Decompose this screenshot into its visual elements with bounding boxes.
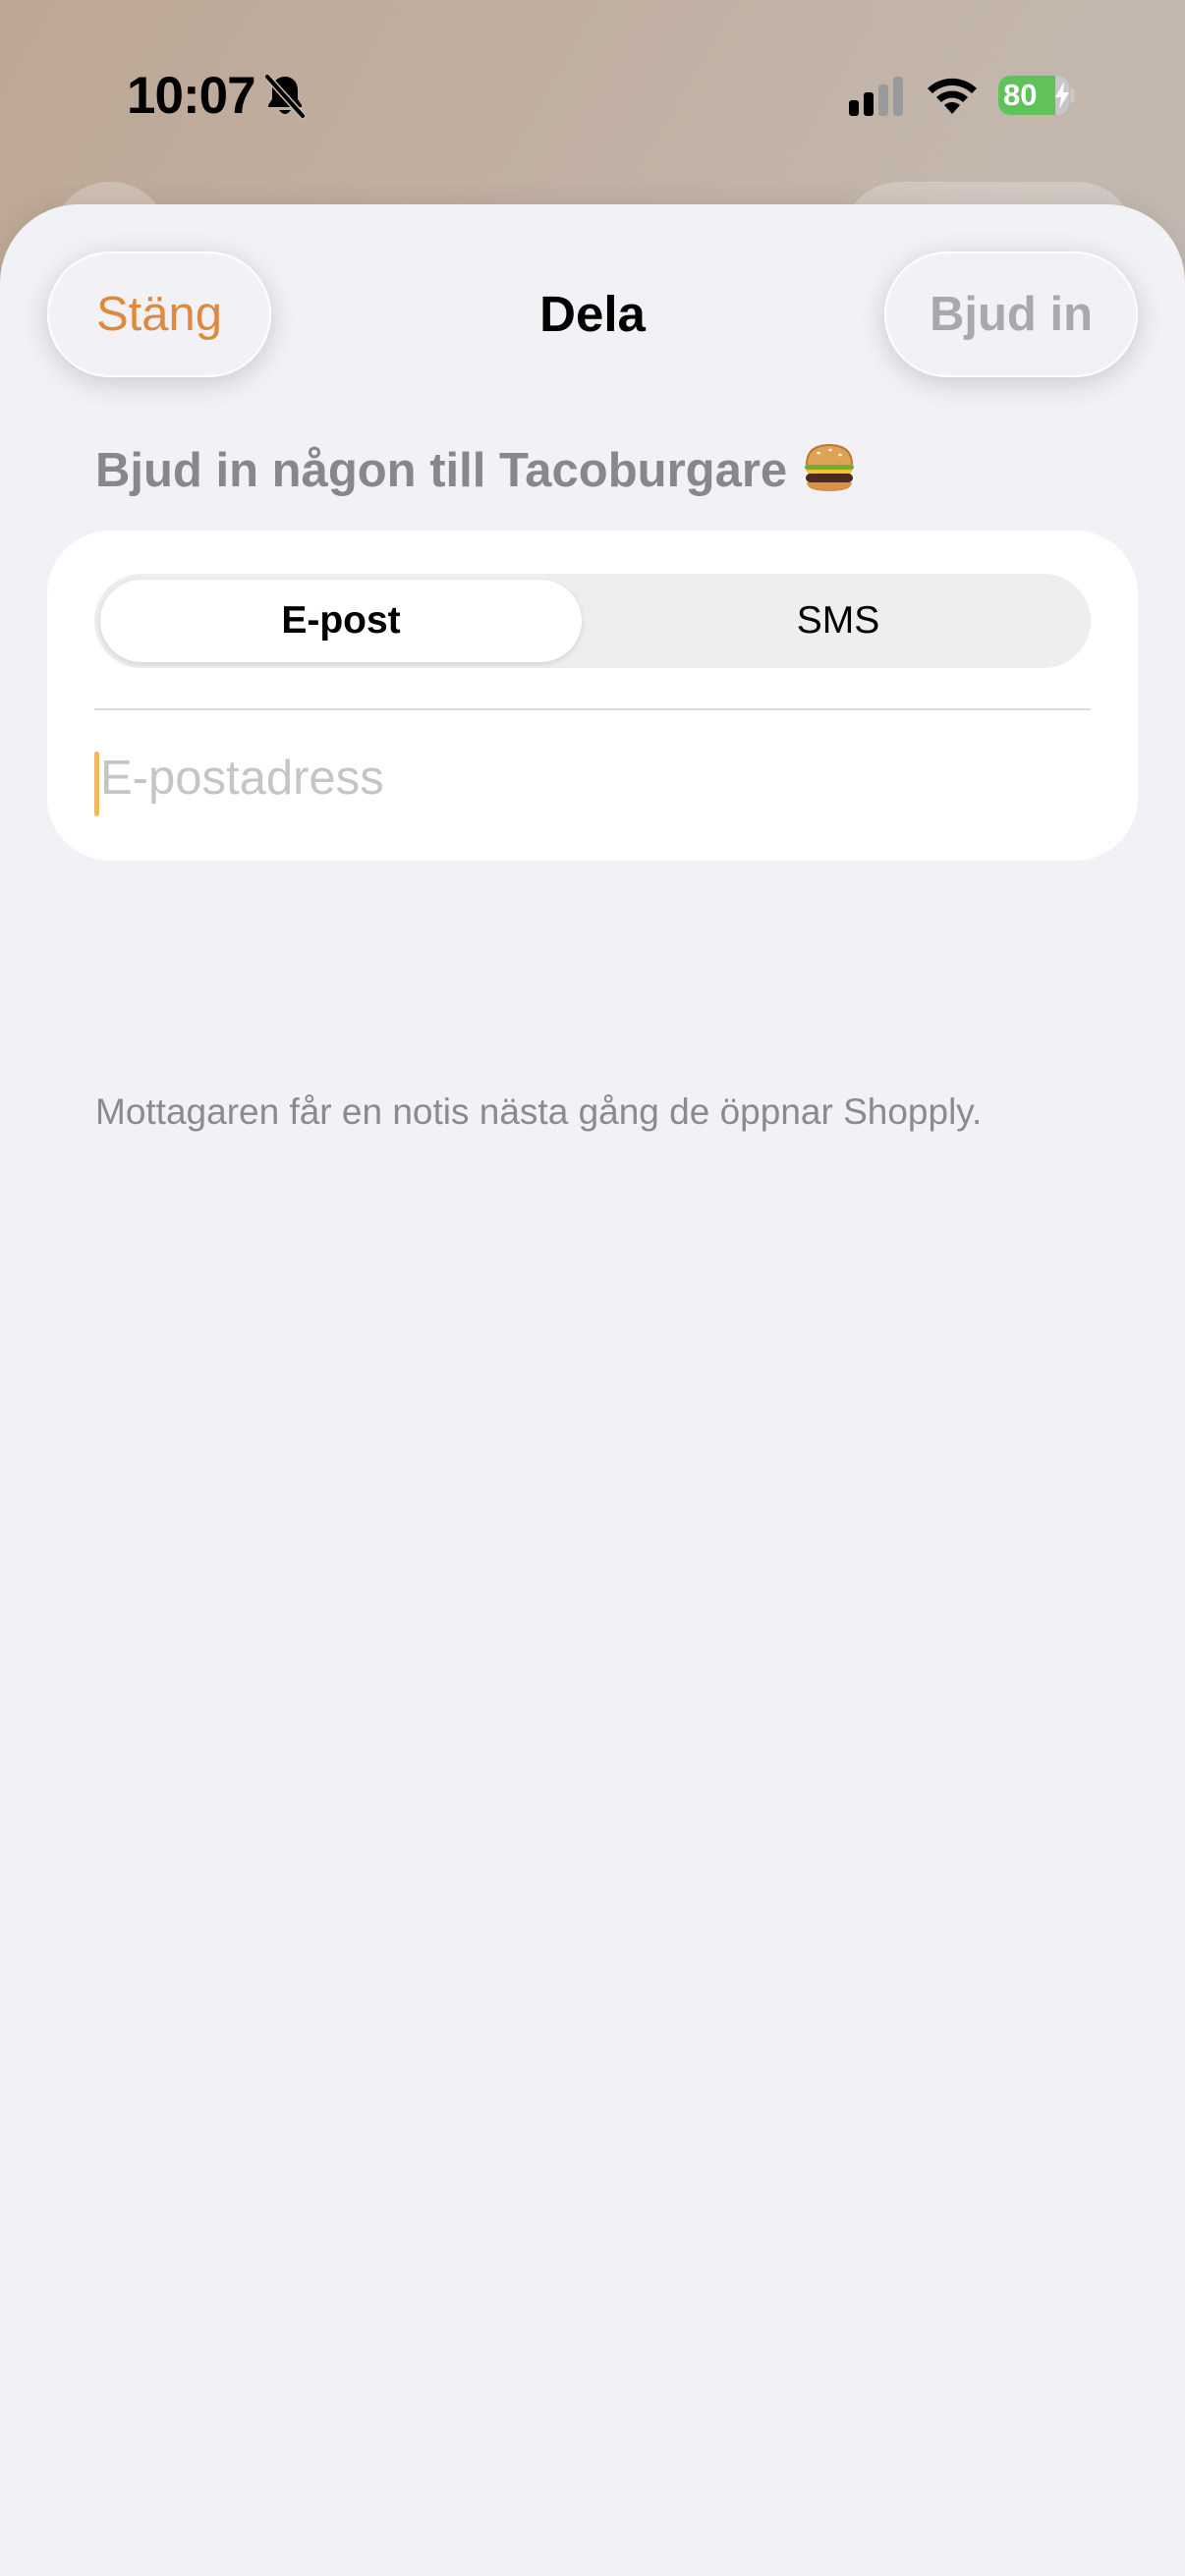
battery-level: 80 — [1003, 78, 1038, 112]
invite-footnote: Mottagaren får en notis nästa gång de öp… — [95, 1092, 983, 1132]
invite-heading-text: Bjud in någon till Tacoburgare — [95, 444, 788, 497]
status-bar: 10:07 80 — [0, 0, 1185, 187]
invite-heading: Bjud in någon till Tacoburgare — [95, 436, 858, 505]
share-sheet: Stäng Dela Bjud in Bjud in någon till Ta… — [0, 204, 1185, 2576]
close-button[interactable]: Stäng — [47, 252, 271, 377]
cellular-signal-icon — [849, 77, 903, 116]
bolt-icon — [1055, 82, 1069, 109]
method-segmented-control: E-post SMS — [94, 574, 1091, 668]
tab-email[interactable]: E-post — [100, 580, 582, 662]
tab-sms[interactable]: SMS — [592, 580, 1085, 662]
invite-button[interactable]: Bjud in — [884, 252, 1138, 377]
burger-icon — [805, 443, 855, 491]
divider — [94, 708, 1091, 710]
wifi-icon — [928, 78, 977, 114]
bell-slash-icon — [263, 73, 307, 120]
email-address-input[interactable] — [94, 739, 1091, 817]
status-time: 10:07 — [127, 67, 256, 125]
text-cursor — [94, 752, 99, 816]
invite-card: E-post SMS — [47, 531, 1138, 861]
battery-charging-icon: 80 — [998, 76, 1075, 117]
